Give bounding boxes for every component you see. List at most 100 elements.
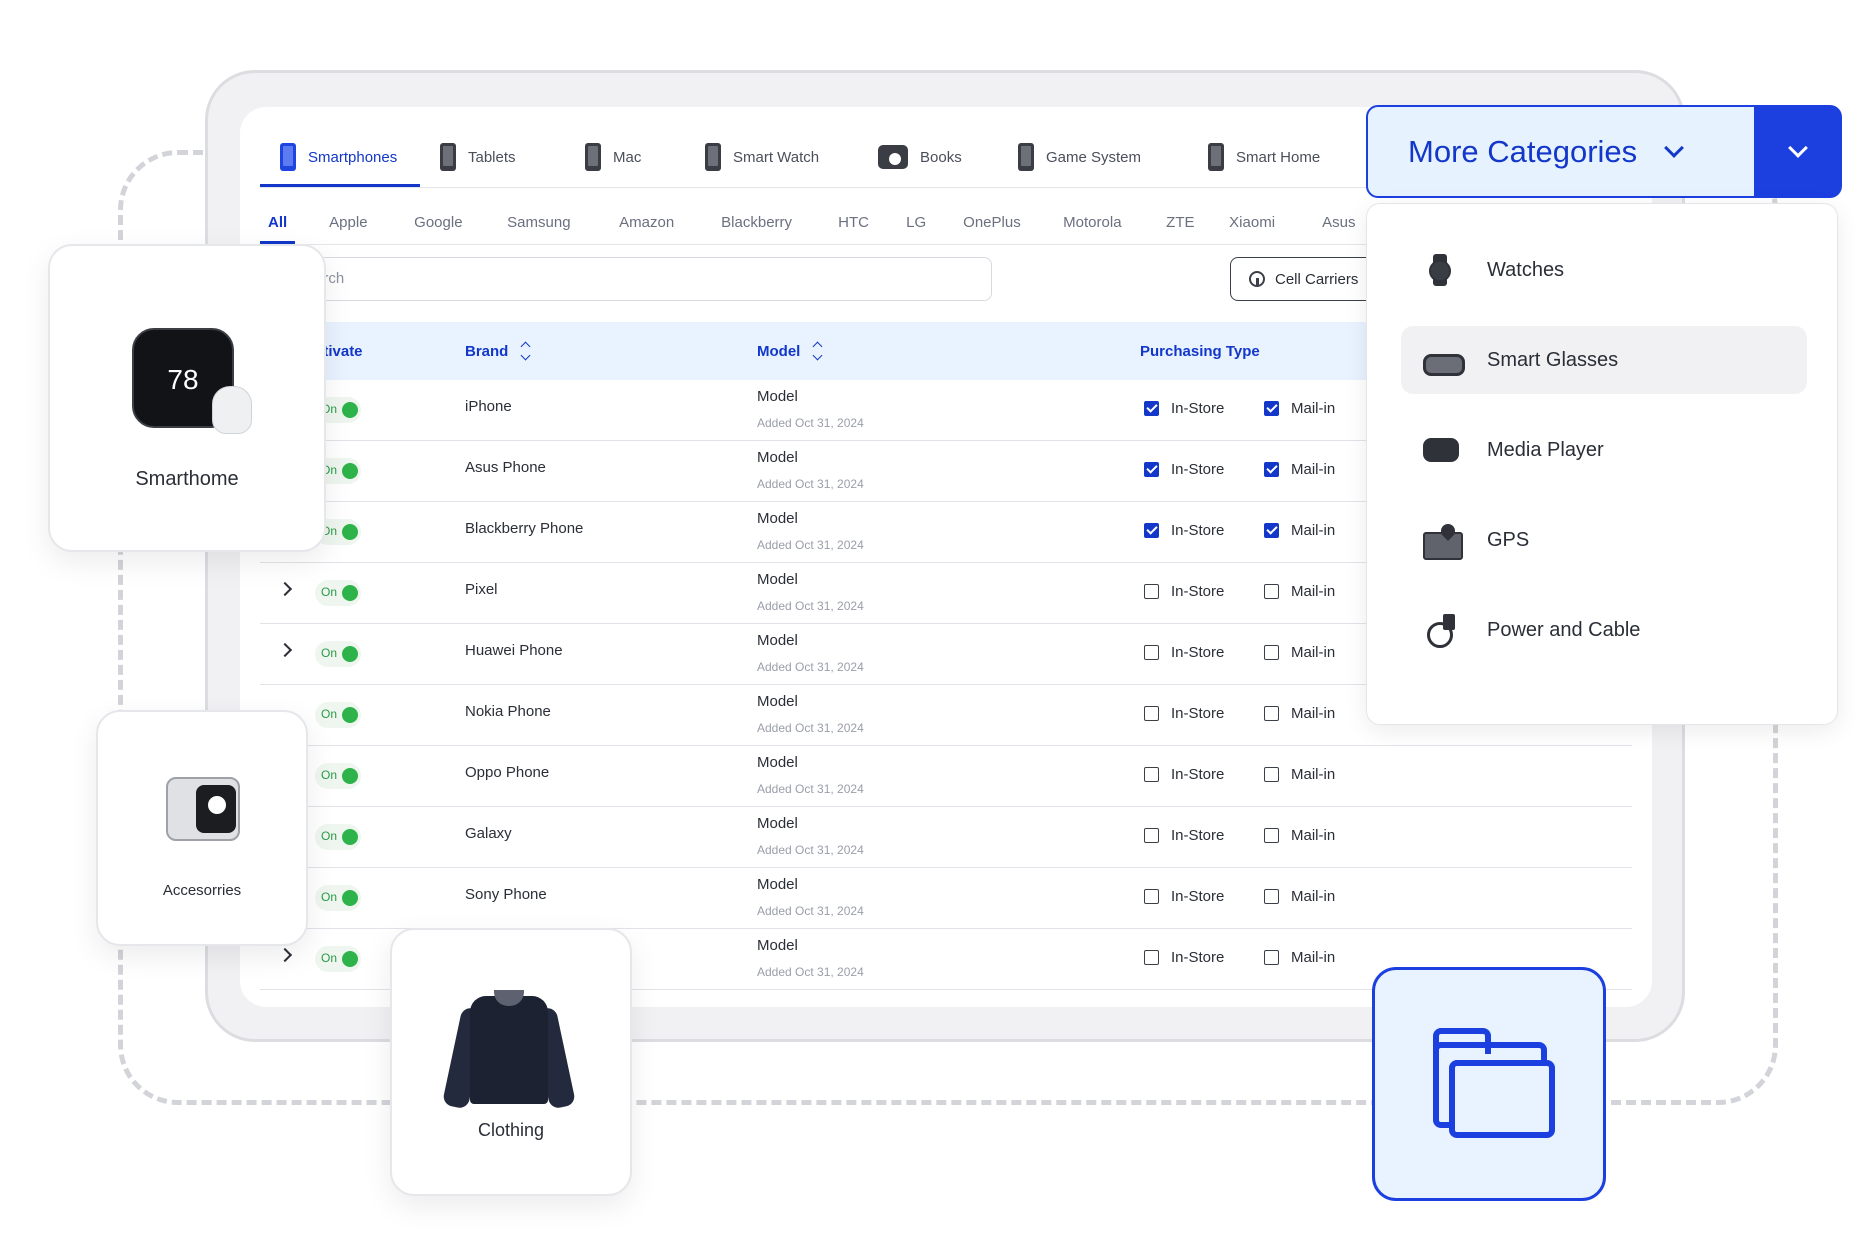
- brand-tab-samsung[interactable]: Samsung: [497, 202, 609, 244]
- tab-game-system[interactable]: Game System: [998, 127, 1188, 187]
- mail-in-checkbox[interactable]: Mail-in: [1264, 949, 1335, 966]
- in-store-checkbox[interactable]: In-Store: [1144, 888, 1224, 905]
- activate-toggle[interactable]: On: [315, 946, 361, 972]
- smart-glasses-icon: [1423, 344, 1465, 376]
- checkbox-unchecked[interactable]: [1144, 950, 1159, 965]
- header-brand[interactable]: Brand: [465, 341, 531, 361]
- checkbox-unchecked[interactable]: [1264, 645, 1279, 660]
- mail-in-checkbox[interactable]: Mail-in: [1264, 583, 1335, 600]
- checkbox-unchecked[interactable]: [1264, 767, 1279, 782]
- brand-cell: Galaxy: [465, 825, 512, 842]
- checkbox-unchecked[interactable]: [1144, 828, 1159, 843]
- mail-in-checkbox[interactable]: Mail-in: [1264, 522, 1335, 539]
- checkbox-unchecked[interactable]: [1144, 767, 1159, 782]
- brand-tab-google[interactable]: Google: [404, 202, 497, 244]
- mail-in-checkbox[interactable]: Mail-in: [1264, 705, 1335, 722]
- tab-smart-home[interactable]: Smart Home: [1188, 127, 1358, 187]
- checkbox-checked[interactable]: [1144, 401, 1159, 416]
- checkbox-checked[interactable]: [1264, 523, 1279, 538]
- activate-toggle[interactable]: On: [315, 702, 361, 728]
- mail-in-checkbox[interactable]: Mail-in: [1264, 400, 1335, 417]
- checkbox-unchecked[interactable]: [1264, 889, 1279, 904]
- activate-toggle[interactable]: On: [315, 641, 361, 667]
- smarthome-card[interactable]: 78 Smarthome: [48, 244, 326, 552]
- checkbox-unchecked[interactable]: [1264, 584, 1279, 599]
- checkbox-checked[interactable]: [1144, 523, 1159, 538]
- tab-label: Books: [920, 148, 962, 166]
- more-categories-toggle-button[interactable]: [1754, 105, 1842, 198]
- table-row[interactable]: On Sony Phone Model Added Oct 31, 2024 I…: [260, 868, 1632, 929]
- camera-icon: [878, 145, 908, 169]
- checkbox-unchecked[interactable]: [1264, 828, 1279, 843]
- checkbox-unchecked[interactable]: [1144, 645, 1159, 660]
- activate-toggle[interactable]: On: [315, 824, 361, 850]
- brand-tabs: All Apple Google Samsung Amazon Blackber…: [260, 202, 1382, 244]
- table-row[interactable]: On Galaxy Model Added Oct 31, 2024 In-St…: [260, 807, 1632, 868]
- in-store-checkbox[interactable]: In-Store: [1144, 522, 1224, 539]
- mail-in-checkbox[interactable]: Mail-in: [1264, 827, 1335, 844]
- brand-tab-amazon[interactable]: Amazon: [609, 202, 711, 244]
- menu-item-gps[interactable]: GPS: [1401, 506, 1807, 574]
- tab-mac[interactable]: Mac: [565, 127, 685, 187]
- table-row[interactable]: On Oppo Phone Model Added Oct 31, 2024 I…: [260, 746, 1632, 807]
- folder-card[interactable]: [1372, 967, 1606, 1201]
- expand-chevron-icon[interactable]: [277, 581, 293, 597]
- more-categories-dropdown[interactable]: More Categories: [1366, 105, 1756, 198]
- mac-icon: [585, 143, 601, 171]
- mail-in-checkbox[interactable]: Mail-in: [1264, 644, 1335, 661]
- brand-tab-htc[interactable]: HTC: [828, 202, 896, 244]
- sort-icon[interactable]: [812, 341, 823, 361]
- brand-tab-oneplus[interactable]: OnePlus: [953, 202, 1053, 244]
- brand-tab-blackberry[interactable]: Blackberry: [711, 202, 828, 244]
- mail-in-checkbox[interactable]: Mail-in: [1264, 461, 1335, 478]
- mail-in-checkbox[interactable]: Mail-in: [1264, 888, 1335, 905]
- in-store-checkbox[interactable]: In-Store: [1144, 644, 1224, 661]
- checkbox-checked[interactable]: [1264, 401, 1279, 416]
- checkbox-checked[interactable]: [1264, 462, 1279, 477]
- in-store-checkbox[interactable]: In-Store: [1144, 827, 1224, 844]
- in-store-checkbox[interactable]: In-Store: [1144, 766, 1224, 783]
- tab-books[interactable]: Books: [858, 127, 998, 187]
- brand-tab-zte[interactable]: ZTE: [1156, 202, 1219, 244]
- clothing-card[interactable]: Clothing: [390, 928, 632, 1196]
- accessories-card[interactable]: Accesorries: [96, 710, 308, 946]
- expand-chevron-icon[interactable]: [277, 947, 293, 963]
- brand-tab-lg[interactable]: LG: [896, 202, 953, 244]
- tab-smartphones[interactable]: Smartphones: [260, 127, 420, 187]
- in-store-checkbox[interactable]: In-Store: [1144, 461, 1224, 478]
- smart-home-icon: [1208, 143, 1224, 171]
- brand-tab-all[interactable]: All: [260, 202, 296, 244]
- checkbox-checked[interactable]: [1144, 462, 1159, 477]
- header-model[interactable]: Model: [757, 341, 823, 361]
- in-store-checkbox[interactable]: In-Store: [1144, 583, 1224, 600]
- checkbox-label: In-Store: [1171, 888, 1225, 905]
- checkbox-label: Mail-in: [1291, 644, 1336, 661]
- brand-cell: Pixel: [465, 581, 498, 598]
- checkbox-label: In-Store: [1171, 705, 1225, 722]
- activate-toggle[interactable]: On: [315, 763, 361, 789]
- menu-item-power-and-cable[interactable]: Power and Cable: [1401, 596, 1807, 664]
- checkbox-unchecked[interactable]: [1144, 584, 1159, 599]
- brand-tab-motorola[interactable]: Motorola: [1053, 202, 1156, 244]
- tab-smart-watch[interactable]: Smart Watch: [685, 127, 858, 187]
- in-store-checkbox[interactable]: In-Store: [1144, 400, 1224, 417]
- card-label: Clothing: [477, 1120, 545, 1140]
- checkbox-unchecked[interactable]: [1264, 950, 1279, 965]
- in-store-checkbox[interactable]: In-Store: [1144, 949, 1224, 966]
- brand-tab-apple[interactable]: Apple: [319, 202, 404, 244]
- tab-tablets[interactable]: Tablets: [420, 127, 565, 187]
- menu-item-smart-glasses[interactable]: Smart Glasses: [1401, 326, 1807, 394]
- menu-item-media-player[interactable]: Media Player: [1401, 416, 1807, 484]
- checkbox-unchecked[interactable]: [1144, 889, 1159, 904]
- checkbox-unchecked[interactable]: [1144, 706, 1159, 721]
- expand-chevron-icon[interactable]: [277, 642, 293, 658]
- checkbox-unchecked[interactable]: [1264, 706, 1279, 721]
- in-store-checkbox[interactable]: In-Store: [1144, 705, 1224, 722]
- sort-icon[interactable]: [520, 341, 531, 361]
- activate-toggle[interactable]: On: [315, 580, 361, 606]
- search-input[interactable]: arch: [292, 257, 992, 301]
- brand-tab-xiaomi[interactable]: Xiaomi: [1219, 202, 1312, 244]
- menu-item-watches[interactable]: Watches: [1401, 236, 1807, 304]
- mail-in-checkbox[interactable]: Mail-in: [1264, 766, 1335, 783]
- activate-toggle[interactable]: On: [315, 885, 361, 911]
